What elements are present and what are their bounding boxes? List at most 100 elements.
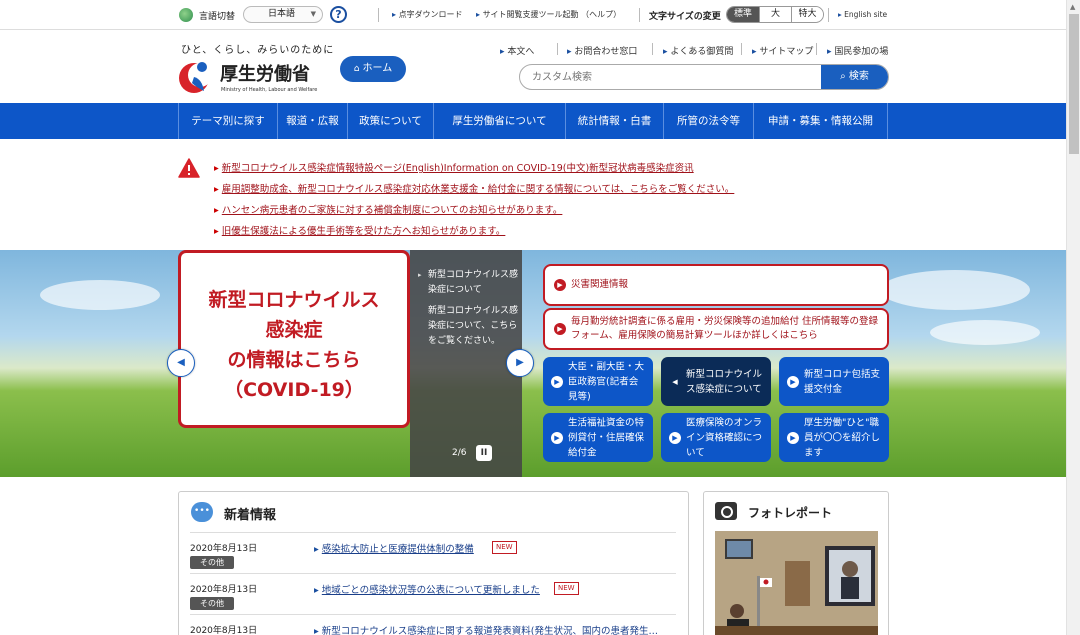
tile-label: 医療保険のオンライン資格確認について <box>686 417 763 458</box>
language-select[interactable]: 日本語 <box>243 6 323 23</box>
search-box: ⌕ 検索 <box>519 64 889 90</box>
cloud <box>930 320 1040 345</box>
banner-line: （COVID-19） <box>224 379 364 401</box>
scrollbar-thumb[interactable] <box>1069 14 1079 154</box>
tile-label: 大臣・副大臣・大臣政務官(記者会見等) <box>568 361 645 402</box>
news-title: 新着情報 <box>224 508 277 523</box>
tile-label: 厚生労働"ひと"職員が〇〇を紹介します <box>804 417 881 458</box>
new-badge: NEW <box>554 582 579 595</box>
banner-line: 感染症 <box>265 319 323 341</box>
tile-covid-grant[interactable]: ▶ 新型コロナ包括支援交付金 <box>779 357 889 406</box>
arrow-icon: ▶ <box>669 431 681 444</box>
page-scrollbar[interactable]: ▲ <box>1066 0 1080 635</box>
tagline: ひと、くらし、みらいのために <box>181 45 335 56</box>
news-link[interactable]: 感染拡大防止と医療提供体制の整備 <box>314 541 474 555</box>
news-link[interactable]: 地域ごとの感染状況等の公表について更新しました <box>314 582 540 596</box>
news-link[interactable]: 新型コロナウイルス感染症に関する報道発表資料(発生状況、国内の患者発生… <box>314 623 658 635</box>
nav-item-about[interactable]: 厚生労働省について <box>433 103 565 139</box>
scroll-up-icon[interactable]: ▲ <box>1070 3 1075 11</box>
news-date: 2020年8月13日 <box>190 544 258 554</box>
divider <box>652 43 653 55</box>
font-size-large-button[interactable]: 大 <box>759 7 791 22</box>
nav-item-themes[interactable]: テーマ別に探す <box>178 103 277 139</box>
nav-item-applications[interactable]: 申請・募集・情報公開 <box>753 103 888 139</box>
divider <box>816 43 817 55</box>
utility-bar: 言語切替 日本語 ? 点字ダウンロード サイト閲覧支援ツール起動 （ヘルプ） 文… <box>0 0 1066 30</box>
nav-item-statistics[interactable]: 統計情報・白書 <box>565 103 663 139</box>
camera-icon <box>715 502 737 520</box>
arrow-icon: ▶ <box>551 375 563 388</box>
photo-report-title: フォトレポート <box>748 506 833 520</box>
news-row: 2020年8月13日 その他 地域ごとの感染状況等の公表について更新しました N… <box>190 573 676 614</box>
sitemap-link[interactable]: サイトマップ <box>752 44 813 57</box>
home-button-label: ホーム <box>362 63 393 74</box>
tile-welfare-loan[interactable]: ▶ 生活福祉資金の特例貸付・住居確保給付金 <box>543 413 653 462</box>
cloud <box>880 270 1030 310</box>
nav-item-laws[interactable]: 所管の法令等 <box>663 103 753 139</box>
tile-online-eligibility[interactable]: ▶ 医療保険のオンライン資格確認について <box>661 413 771 462</box>
carousel-caption[interactable]: 新型コロナウイルス感染症について <box>418 268 518 298</box>
font-size-switcher: 標準 大 特大 <box>726 6 824 23</box>
alert-link-hansen[interactable]: ハンセン病元患者のご家族に対する補償金制度についてのお知らせがあります。 <box>214 202 563 216</box>
site-header: ひと、くらし、みらいのために 厚生労働省 Ministry of Health,… <box>0 31 1066 103</box>
divider <box>378 8 379 22</box>
tile-minister-press[interactable]: ▶ 大臣・副大臣・大臣政務官(記者会見等) <box>543 357 653 406</box>
public-participation-link[interactable]: 国民参加の場 <box>827 44 888 57</box>
warning-icon <box>178 158 200 178</box>
braille-download-link[interactable]: 点字ダウンロード <box>392 9 463 20</box>
cloud <box>40 280 160 310</box>
tile-label: 生活福祉資金の特例貸付・住居確保給付金 <box>568 417 645 458</box>
additional-benefit-link[interactable]: ▶ 毎月勤労統計調査に係る雇用・労災保険等の追加給付 住所情報等の登録フォーム、… <box>543 308 889 350</box>
nav-item-policy[interactable]: 政策について <box>347 103 433 139</box>
chat-bubble-icon: ••• <box>191 502 213 522</box>
english-site-link[interactable]: English site <box>838 10 887 19</box>
divider <box>557 43 558 55</box>
divider <box>639 8 640 22</box>
meeting-photo <box>715 531 878 635</box>
tile-covid[interactable]: ◀ 新型コロナウイルス感染症について <box>661 357 771 406</box>
help-icon[interactable]: ? <box>330 6 347 23</box>
browsing-support-link[interactable]: サイト閲覧支援ツール起動 （ヘルプ） <box>476 9 622 20</box>
alert-link-employment[interactable]: 雇用調整助成金、新型コロナウイルス感染症対応休業支援金・給付金に関する情報につい… <box>214 181 735 195</box>
divider <box>828 8 829 22</box>
pill-label: 毎月勤労統計調査に係る雇用・労災保険等の追加給付 住所情報等の登録フォーム、雇用… <box>571 316 879 341</box>
arrow-icon: ▶ <box>554 279 566 291</box>
skip-to-content-link[interactable]: 本文へ <box>500 44 534 57</box>
contact-link[interactable]: お問合わせ窓口 <box>567 44 637 57</box>
nav-item-press[interactable]: 報道・広報 <box>277 103 347 139</box>
site-logo-text[interactable]: 厚生労働省 <box>220 60 310 86</box>
banner-line: 新型コロナウイルス <box>208 289 380 311</box>
font-size-xlarge-button[interactable]: 特大 <box>791 7 823 22</box>
news-date: 2020年8月13日 <box>190 585 258 595</box>
alert-link-covid[interactable]: 新型コロナウイルス感染症情報特設ページ(English)Information … <box>214 160 694 174</box>
news-row: 2020年8月13日 新型コロナウイルス感染症に関する報道発表資料(発生状況、国… <box>190 614 676 635</box>
carousel-counter: 2/6 <box>452 448 467 458</box>
news-date: 2020年8月13日 <box>190 626 258 635</box>
photo-report-panel: フォトレポート <box>703 491 889 635</box>
photo-report-image[interactable] <box>715 531 878 635</box>
pause-icon[interactable]: II <box>476 445 492 461</box>
news-row: 2020年8月13日 その他 感染拡大防止と医療提供体制の整備 NEW <box>190 532 676 573</box>
ministry-logo-icon[interactable] <box>178 57 216 95</box>
home-button[interactable]: ⌂ ホーム <box>340 56 406 82</box>
arrow-icon: ▶ <box>551 431 563 444</box>
search-input[interactable] <box>520 65 822 89</box>
disaster-info-link[interactable]: ▶ 災害関連情報 <box>543 264 889 306</box>
site-logo-subtitle: Ministry of Health, Labour and Welfare <box>221 87 318 93</box>
font-size-standard-button[interactable]: 標準 <box>727 7 759 22</box>
main-nav: テーマ別に探す 報道・広報 政策について 厚生労働省について 統計情報・白書 所… <box>0 103 1066 139</box>
tile-staff-introduction[interactable]: ▶ 厚生労働"ひと"職員が〇〇を紹介します <box>779 413 889 462</box>
covid-banner[interactable]: 新型コロナウイルス 感染症 の情報はこちら （COVID-19） <box>178 250 410 428</box>
banner-line: の情報はこちら <box>227 349 361 371</box>
news-panel: ••• 新着情報 2020年8月13日 その他 感染拡大防止と医療提供体制の整備… <box>178 491 689 635</box>
arrow-icon: ◀ <box>672 377 678 386</box>
search-button[interactable]: ⌕ 検索 <box>821 65 888 89</box>
news-category-badge: その他 <box>190 597 234 610</box>
tile-label: 新型コロナ包括支援交付金 <box>804 368 881 395</box>
alert-link-eugenics[interactable]: 旧優生保護法による優生手術等を受けた方へお知らせがあります。 <box>214 223 506 237</box>
carousel-prev-button[interactable]: ◀ <box>167 349 195 377</box>
carousel-next-button[interactable]: ▶ <box>506 349 534 377</box>
faq-link[interactable]: よくある御質問 <box>663 44 733 57</box>
arrow-icon: ▶ <box>554 323 566 335</box>
search-button-label: 検索 <box>848 71 869 82</box>
